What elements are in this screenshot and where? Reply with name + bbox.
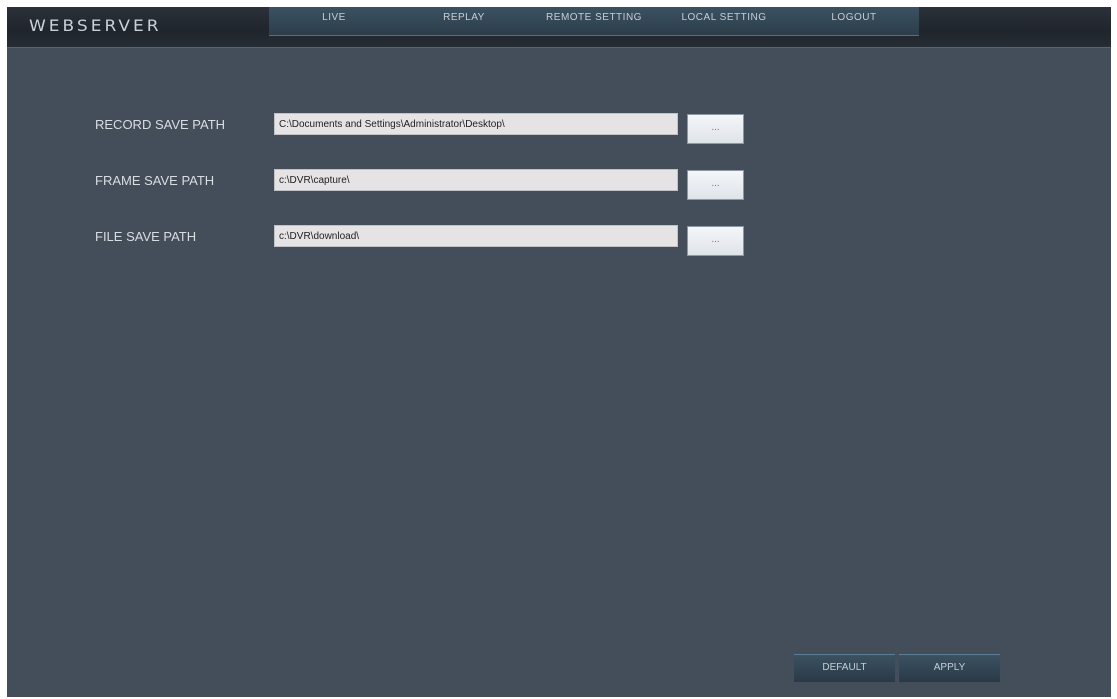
file-save-path-label: FILE SAVE PATH xyxy=(95,229,197,244)
webserver-logo: WEBSERVER xyxy=(29,16,162,36)
file-save-path-row: FILE SAVE PATH ... xyxy=(7,223,1111,257)
record-save-path-input[interactable] xyxy=(274,113,678,135)
webserver-window: WEBSERVER LIVE REPLAY REMOTE SETTING LOC… xyxy=(7,7,1111,697)
record-save-path-label: RECORD SAVE PATH xyxy=(95,117,226,132)
nav-live[interactable]: LIVE xyxy=(269,7,399,35)
nav-local-setting[interactable]: LOCAL SETTING xyxy=(659,7,789,35)
record-save-path-browse-button[interactable]: ... xyxy=(687,114,744,144)
frame-save-path-input[interactable] xyxy=(274,169,678,191)
frame-save-path-row: FRAME SAVE PATH ... xyxy=(7,167,1111,201)
default-button[interactable]: DEFAULT xyxy=(794,654,895,682)
nav-replay[interactable]: REPLAY xyxy=(399,7,529,35)
nav-remote-setting[interactable]: REMOTE SETTING xyxy=(529,7,659,35)
main-nav: LIVE REPLAY REMOTE SETTING LOCAL SETTING… xyxy=(269,7,919,36)
apply-button[interactable]: APPLY xyxy=(899,654,1000,682)
nav-logout[interactable]: LOGOUT xyxy=(789,7,919,35)
record-save-path-row: RECORD SAVE PATH ... xyxy=(7,111,1111,145)
top-bar: WEBSERVER LIVE REPLAY REMOTE SETTING LOC… xyxy=(7,7,1111,48)
frame-save-path-label: FRAME SAVE PATH xyxy=(95,173,215,188)
file-save-path-browse-button[interactable]: ... xyxy=(687,226,744,256)
frame-save-path-browse-button[interactable]: ... xyxy=(687,170,744,200)
file-save-path-input[interactable] xyxy=(274,225,678,247)
